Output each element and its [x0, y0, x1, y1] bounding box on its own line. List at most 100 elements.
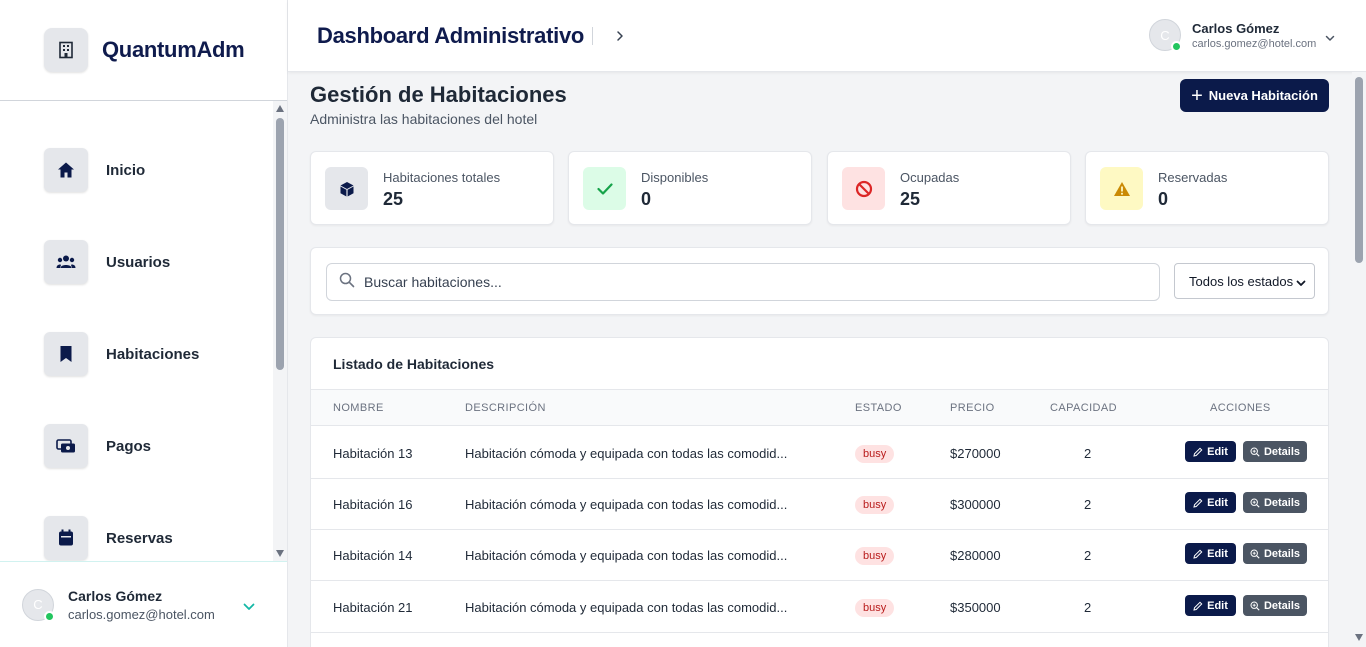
avatar-initial: C: [1160, 27, 1170, 43]
sidebar-item-label: Habitaciones: [106, 345, 200, 363]
status-badge: busy: [855, 496, 895, 514]
edit-button[interactable]: Edit: [1185, 492, 1236, 513]
sidebar-scrollbar[interactable]: [273, 101, 287, 561]
details-button[interactable]: Details: [1243, 492, 1307, 513]
sidebar-item-usuarios[interactable]: Usuarios: [44, 240, 170, 284]
rooms-table: Listado de Habitaciones NOMBRE DESCRIPCI…: [310, 337, 1329, 647]
table-row: Habitación 16 Habitación cómoda y equipa…: [311, 478, 1328, 530]
scroll-down-icon[interactable]: [276, 550, 284, 557]
scroll-up-icon[interactable]: [276, 105, 284, 112]
room-capacity: 2: [1084, 548, 1092, 563]
chevron-right-icon[interactable]: [616, 29, 624, 47]
table-row: Habitación 14 Habitación cómoda y equipa…: [311, 529, 1328, 581]
search-icon: [339, 272, 355, 293]
room-name: Habitación 13: [333, 446, 413, 461]
sidebar-item-label: Pagos: [106, 437, 152, 455]
pencil-icon: [1193, 498, 1203, 508]
pencil-icon: [1193, 601, 1203, 611]
table-row: Habitación 13 Habitación cómoda y equipa…: [311, 427, 1328, 479]
header-user-name: Carlos Gómez: [1192, 20, 1280, 36]
room-capacity: 2: [1084, 600, 1092, 615]
details-button-label: Details: [1263, 547, 1301, 560]
scroll-down-icon[interactable]: [1355, 634, 1363, 641]
users-icon: [44, 240, 88, 284]
sidebar-item-label: Usuarios: [106, 253, 171, 271]
details-button-label: Details: [1263, 445, 1301, 458]
status-filter-select[interactable]: Todos los estados: [1174, 263, 1315, 299]
sidebar-scroll-thumb[interactable]: [276, 118, 284, 370]
stat-value: 0: [641, 189, 652, 209]
sidebar-item-label: Reservas: [106, 529, 173, 547]
pencil-icon: [1193, 447, 1203, 457]
stat-label: Reservadas: [1158, 170, 1228, 185]
stat-label: Disponibles: [641, 170, 709, 185]
search-box[interactable]: [326, 263, 1160, 301]
room-capacity: 2: [1084, 497, 1092, 512]
room-name: Habitación 16: [333, 497, 413, 512]
edit-button[interactable]: Edit: [1185, 441, 1236, 462]
avatar: C: [1149, 19, 1182, 52]
stat-value: 25: [383, 189, 404, 209]
room-price: $280000: [950, 548, 1001, 563]
room-name: Habitación 21: [333, 600, 413, 615]
details-button[interactable]: Details: [1243, 595, 1307, 616]
table-row: Habitación 21 Habitación cómoda y equipa…: [311, 581, 1328, 633]
details-button[interactable]: Details: [1243, 441, 1307, 462]
building-icon: [44, 28, 88, 72]
status-badge: busy: [855, 547, 895, 565]
column-header-name: NOMBRE: [333, 402, 384, 414]
chevron-down-icon: [1296, 275, 1306, 290]
edit-button[interactable]: Edit: [1185, 595, 1236, 616]
zoom-icon: [1250, 600, 1260, 611]
stat-card-occupied: Ocupadas 25: [827, 151, 1071, 225]
edit-button-label: Edit: [1207, 547, 1228, 560]
sidebar-item-pagos[interactable]: Pagos: [44, 424, 151, 468]
ban-icon: [842, 167, 885, 210]
avatar-initial: C: [33, 597, 43, 612]
brand[interactable]: QuantumAdm: [0, 0, 287, 101]
column-header-capacity: CAPACIDAD: [1050, 402, 1117, 414]
page-scrollbar[interactable]: [1352, 72, 1366, 647]
edit-button-label: Edit: [1207, 496, 1228, 509]
sidebar-user-name: Carlos Gómez: [68, 587, 163, 604]
chevron-down-icon[interactable]: [243, 598, 255, 616]
edit-button-label: Edit: [1207, 599, 1228, 612]
stat-value: 0: [1158, 189, 1169, 209]
sidebar: QuantumAdm Inicio Usuarios Habitaciones …: [0, 0, 288, 647]
search-input[interactable]: [364, 274, 1144, 290]
header-user-email: carlos.gomez@hotel.com: [1192, 37, 1317, 50]
details-button-label: Details: [1263, 496, 1301, 509]
check-icon: [583, 167, 626, 210]
page-scroll-thumb[interactable]: [1355, 77, 1363, 263]
room-price: $300000: [950, 497, 1001, 512]
header-user-menu[interactable]: C Carlos Gómez carlos.gomez@hotel.com: [1149, 19, 1335, 52]
room-capacity: 2: [1084, 446, 1092, 461]
status-filter-value: Todos los estados: [1189, 273, 1294, 289]
header-divider: [592, 27, 593, 45]
zoom-icon: [1250, 548, 1260, 559]
chevron-down-icon[interactable]: [1325, 29, 1335, 47]
zoom-icon: [1250, 446, 1260, 457]
online-status-dot: [1171, 41, 1182, 52]
money-icon: [44, 424, 88, 468]
column-header-description: DESCRIPCIÓN: [465, 402, 546, 414]
details-button-label: Details: [1263, 599, 1301, 612]
room-price: $270000: [950, 446, 1001, 461]
sidebar-item-inicio[interactable]: Inicio: [44, 148, 145, 192]
new-room-button-label: Nueva Habitación: [1208, 88, 1318, 103]
column-header-actions: ACCIONES: [1210, 402, 1271, 414]
plus-icon: +: [1191, 84, 1203, 107]
calendar-icon: [44, 516, 88, 560]
filter-bar: Todos los estados: [310, 247, 1329, 315]
main-content: Gestión de Habitaciones Administra las h…: [288, 72, 1352, 647]
sidebar-user-email: carlos.gomez@hotel.com: [68, 606, 215, 622]
cube-icon: [325, 167, 368, 210]
details-button[interactable]: Details: [1243, 543, 1307, 564]
sidebar-user-menu[interactable]: C Carlos Gómez carlos.gomez@hotel.com: [0, 561, 287, 647]
sidebar-item-reservas[interactable]: Reservas: [44, 516, 173, 560]
new-room-button[interactable]: + Nueva Habitación: [1180, 79, 1329, 112]
edit-button[interactable]: Edit: [1185, 543, 1236, 564]
edit-button-label: Edit: [1207, 445, 1228, 458]
room-description: Habitación cómoda y equipada con todas l…: [465, 548, 788, 563]
sidebar-item-habitaciones[interactable]: Habitaciones: [44, 332, 199, 376]
